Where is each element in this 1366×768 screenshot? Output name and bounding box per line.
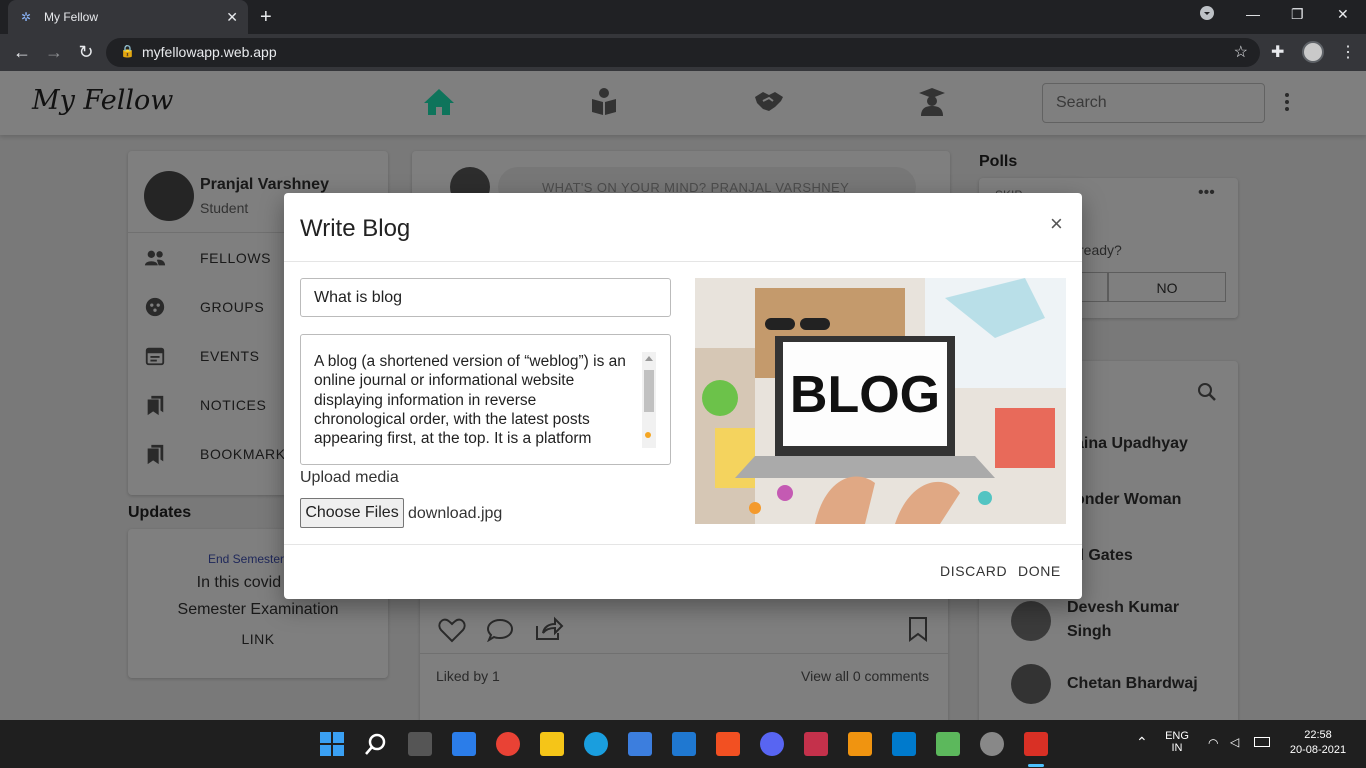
os-taskbar: ⌃ ENG IN ◠ ◁ 22:58 20-08-2021 <box>0 720 1366 768</box>
extensions-icon[interactable]: ✚ <box>1271 42 1284 62</box>
language-indicator[interactable]: ENG IN <box>1162 730 1192 754</box>
done-button[interactable]: DONE <box>1018 563 1061 579</box>
resize-indicator-icon <box>645 432 651 438</box>
forward-icon[interactable]: → <box>44 42 64 62</box>
app-icon[interactable] <box>804 732 828 756</box>
task-view-icon[interactable] <box>408 732 432 756</box>
lock-icon: 🔒 <box>120 44 135 58</box>
volume-icon[interactable]: ◁ <box>1230 735 1239 749</box>
settings-icon[interactable] <box>980 732 1004 756</box>
mail-icon[interactable] <box>672 732 696 756</box>
sublime-icon[interactable] <box>848 732 872 756</box>
edge-icon[interactable] <box>584 732 608 756</box>
chrome-icon[interactable] <box>496 732 520 756</box>
site-favicon-icon: ✲ <box>20 10 32 24</box>
wifi-icon[interactable]: ◠ <box>1208 736 1218 750</box>
browser-tab-bar: ✲ My Fellow ✕ + — ❐ ✕ <box>0 0 1366 34</box>
clock-date: 20-08-2021 <box>1289 744 1347 756</box>
tray-chevron-icon[interactable]: ⌃ <box>1136 734 1148 751</box>
upload-media-label: Upload media <box>300 469 399 486</box>
profile-dropdown-icon[interactable] <box>1200 6 1214 23</box>
clock[interactable]: 22:58 20-08-2021 <box>1286 729 1350 756</box>
write-blog-dialog: Write Blog × A blog (a shortened version… <box>284 193 1082 599</box>
search-icon[interactable] <box>364 732 388 756</box>
discard-button[interactable]: DISCARD <box>940 563 1007 579</box>
address-bar: ← → ↻ 🔒 myfellowapp.web.app ☆ ✚ ⋮ <box>0 34 1366 71</box>
start-icon[interactable] <box>320 732 344 756</box>
divider <box>284 261 1082 262</box>
divider <box>284 544 1082 545</box>
active-app-indicator <box>1028 764 1044 767</box>
language-code: ENG <box>1165 730 1189 742</box>
tab-title: My Fellow <box>44 10 99 24</box>
browser-tab[interactable]: ✲ My Fellow ✕ <box>8 0 248 34</box>
battery-icon[interactable] <box>1254 737 1270 747</box>
url-field[interactable]: 🔒 myfellowapp.web.app ☆ <box>106 38 1260 67</box>
back-icon[interactable]: ← <box>12 42 32 62</box>
region-code: IN <box>1171 742 1183 754</box>
choose-files-button[interactable]: Choose Files <box>300 498 404 528</box>
blog-title-input[interactable] <box>300 278 671 317</box>
scroll-up-icon[interactable] <box>645 356 653 361</box>
store-icon[interactable] <box>628 732 652 756</box>
blog-image-text: BLOG <box>790 366 940 424</box>
brave-icon[interactable] <box>716 732 740 756</box>
file-explorer-icon[interactable] <box>540 732 564 756</box>
close-window-icon[interactable]: ✕ <box>1337 6 1349 23</box>
image-preview: BLOG <box>695 278 1066 524</box>
scroll-thumb[interactable] <box>644 370 654 412</box>
blog-body-textarea[interactable]: A blog (a shortened version of “weblog”)… <box>300 334 671 465</box>
blog-preview-image: BLOG <box>695 278 1066 524</box>
chrome-menu-icon[interactable]: ⋮ <box>1340 42 1356 62</box>
file-name-text: download.jpg <box>408 505 503 522</box>
dialog-title: Write Blog <box>300 215 411 242</box>
new-tab-button[interactable]: + <box>260 6 272 28</box>
discord-icon[interactable] <box>760 732 784 756</box>
profile-avatar[interactable] <box>1302 41 1324 63</box>
url-text: myfellowapp.web.app <box>142 44 277 60</box>
widgets-icon[interactable] <box>452 732 476 756</box>
clock-time: 22:58 <box>1304 729 1332 741</box>
tab-close-icon[interactable]: ✕ <box>226 9 238 26</box>
minimize-icon[interactable]: — <box>1246 6 1260 22</box>
bookmark-star-icon[interactable]: ☆ <box>1234 42 1248 62</box>
restore-icon[interactable]: ❐ <box>1291 6 1304 23</box>
blog-body-text: A blog (a shortened version of “weblog”)… <box>314 353 626 448</box>
active-app-icon[interactable] <box>1024 732 1048 756</box>
reload-icon[interactable]: ↻ <box>76 42 96 62</box>
bluestacks-icon[interactable] <box>936 732 960 756</box>
close-icon[interactable]: × <box>1050 211 1063 237</box>
textarea-scrollbar[interactable] <box>642 352 656 448</box>
vscode-icon[interactable] <box>892 732 916 756</box>
